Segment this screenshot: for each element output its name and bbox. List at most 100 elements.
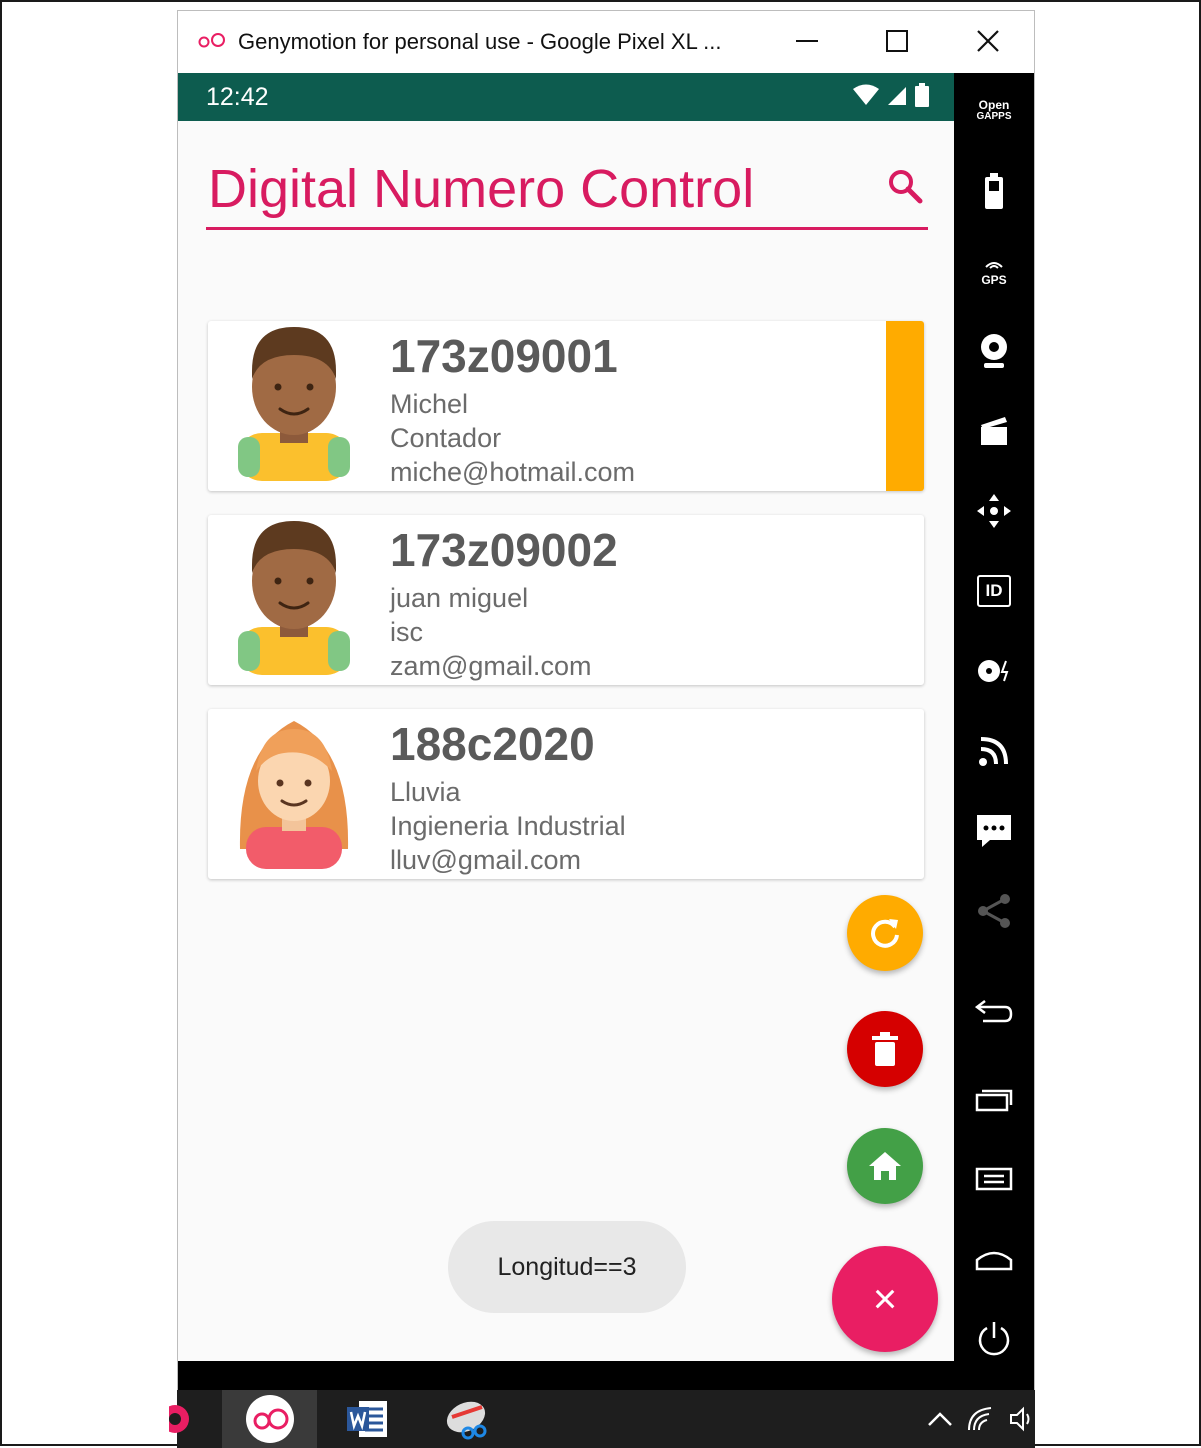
search-button[interactable]	[882, 163, 928, 209]
opengapps-label-bottom: GAPPS	[976, 111, 1012, 122]
girl-avatar-icon	[239, 721, 349, 869]
delete-fab[interactable]	[847, 1011, 923, 1087]
genymotion-icon	[245, 1395, 294, 1443]
genymotion-window: Genymotion for personal use - Google Pix…	[177, 10, 1035, 1391]
close-window-button[interactable]	[964, 21, 1012, 61]
genymotion-toolbar: Open GAPPS GPS ID	[954, 73, 1034, 1391]
window-title: Genymotion for personal use - Google Pix…	[238, 29, 722, 54]
record-name: Michel	[390, 389, 469, 419]
battery-button[interactable]	[968, 165, 1020, 217]
record-name: juan miguel	[390, 583, 529, 613]
home-nav-button[interactable]	[968, 1233, 1020, 1285]
id-label: ID	[985, 581, 1003, 600]
toast-text: Longitud==3	[497, 1252, 637, 1281]
move-arrows-icon	[977, 494, 1011, 528]
taskbar-app-partial[interactable]	[167, 1390, 197, 1448]
record-id: 173z09001	[390, 330, 618, 382]
menu-icon	[975, 1167, 1013, 1191]
snipping-tool-icon	[446, 1401, 487, 1440]
share-button[interactable]	[968, 885, 1020, 937]
close-icon	[977, 30, 999, 52]
record-card[interactable]: 173z09002 juan miguel isc zam@gmail.com	[208, 515, 924, 685]
cast-icon	[979, 737, 1008, 766]
maximize-button[interactable]	[873, 21, 921, 61]
record-career: isc	[390, 617, 423, 647]
record-career: Contador	[390, 423, 502, 453]
taskbar-word[interactable]	[335, 1390, 399, 1448]
record-career: Ingieneria Industrial	[390, 811, 626, 841]
share-icon	[978, 894, 1010, 928]
id-icon: ID	[977, 575, 1011, 607]
close-icon: ×	[872, 1275, 898, 1322]
device-id-button[interactable]: ID	[968, 565, 1020, 617]
boy-avatar-icon	[238, 327, 350, 481]
disk-io-button[interactable]	[968, 645, 1020, 697]
android-screen: 12:42 Digital Numero Control 173z09001 M…	[178, 73, 954, 1361]
recent-apps-icon	[975, 1089, 1013, 1112]
opengapps-label-top: Open	[978, 98, 1010, 112]
trash-icon	[872, 1032, 898, 1066]
menu-button[interactable]	[968, 1153, 1020, 1205]
app-title: Digital Numero Control	[208, 159, 755, 219]
back-arrow-icon	[975, 1000, 1013, 1023]
recent-apps-button[interactable]	[968, 1073, 1020, 1125]
home-nav-icon	[975, 1251, 1013, 1271]
gps-label: GPS	[981, 273, 1007, 287]
home-fab[interactable]	[847, 1128, 923, 1204]
record-id: 188c2020	[390, 718, 595, 770]
screenshot-frame: Genymotion for personal use - Google Pix…	[0, 0, 1201, 1448]
battery-icon	[915, 83, 929, 107]
screen-bottom-bar	[178, 1361, 1034, 1391]
chevron-up-icon[interactable]	[927, 1411, 953, 1427]
record-card[interactable]: 188c2020 Lluvia Ingieneria Industrial ll…	[208, 709, 924, 879]
minimize-button[interactable]	[783, 21, 831, 61]
selected-accent-bar	[886, 321, 924, 491]
message-icon	[977, 815, 1011, 847]
wifi-icon	[853, 84, 879, 105]
sms-button[interactable]	[968, 805, 1020, 857]
taskbar-snipping-tool[interactable]	[435, 1390, 499, 1448]
refresh-icon	[871, 919, 899, 948]
status-bar: 12:42	[178, 73, 954, 121]
volume-icon[interactable]	[1009, 1406, 1031, 1432]
search-icon	[889, 170, 923, 204]
gps-button[interactable]: GPS	[968, 245, 1020, 297]
maximize-icon	[886, 30, 908, 52]
disk-io-icon	[978, 660, 1009, 682]
app-icon	[169, 1405, 189, 1433]
webcam-icon	[981, 334, 1007, 368]
gps-icon: GPS	[981, 256, 1007, 287]
toast-message: Longitud==3	[448, 1221, 686, 1313]
window-titlebar: Genymotion for personal use - Google Pix…	[178, 11, 1034, 73]
windows-taskbar	[169, 1390, 1035, 1448]
opengapps-button[interactable]: Open GAPPS	[968, 85, 1020, 137]
battery-icon	[985, 173, 1003, 209]
opengapps-icon: Open GAPPS	[976, 98, 1012, 122]
refresh-fab[interactable]	[847, 895, 923, 971]
power-button[interactable]	[968, 1313, 1020, 1365]
move-button[interactable]	[968, 485, 1020, 537]
record-id: 173z09002	[390, 524, 618, 576]
title-underline	[206, 227, 928, 230]
wifi-icon[interactable]	[967, 1406, 995, 1432]
record-email: lluv@gmail.com	[390, 845, 581, 875]
boy-avatar-icon	[238, 521, 350, 675]
webcam-button[interactable]	[968, 325, 1020, 377]
genymotion-logo-icon	[198, 33, 225, 48]
system-tray	[927, 1390, 1035, 1448]
record-card[interactable]: 173z09001 Michel Contador miche@hotmail.…	[208, 321, 924, 491]
taskbar-genymotion[interactable]	[222, 1390, 317, 1448]
power-icon	[978, 1322, 1010, 1356]
back-button[interactable]	[968, 985, 1020, 1037]
close-fab[interactable]: ×	[832, 1246, 938, 1352]
record-email: miche@hotmail.com	[390, 457, 635, 487]
status-clock: 12:42	[206, 83, 269, 111]
cast-button[interactable]	[968, 725, 1020, 777]
signal-icon	[888, 87, 906, 105]
clapperboard-icon	[981, 417, 1007, 445]
record-email: zam@gmail.com	[390, 651, 592, 681]
word-icon	[347, 1401, 387, 1437]
status-icons	[852, 83, 930, 107]
screencast-button[interactable]	[968, 405, 1020, 457]
minimize-icon	[796, 40, 818, 42]
